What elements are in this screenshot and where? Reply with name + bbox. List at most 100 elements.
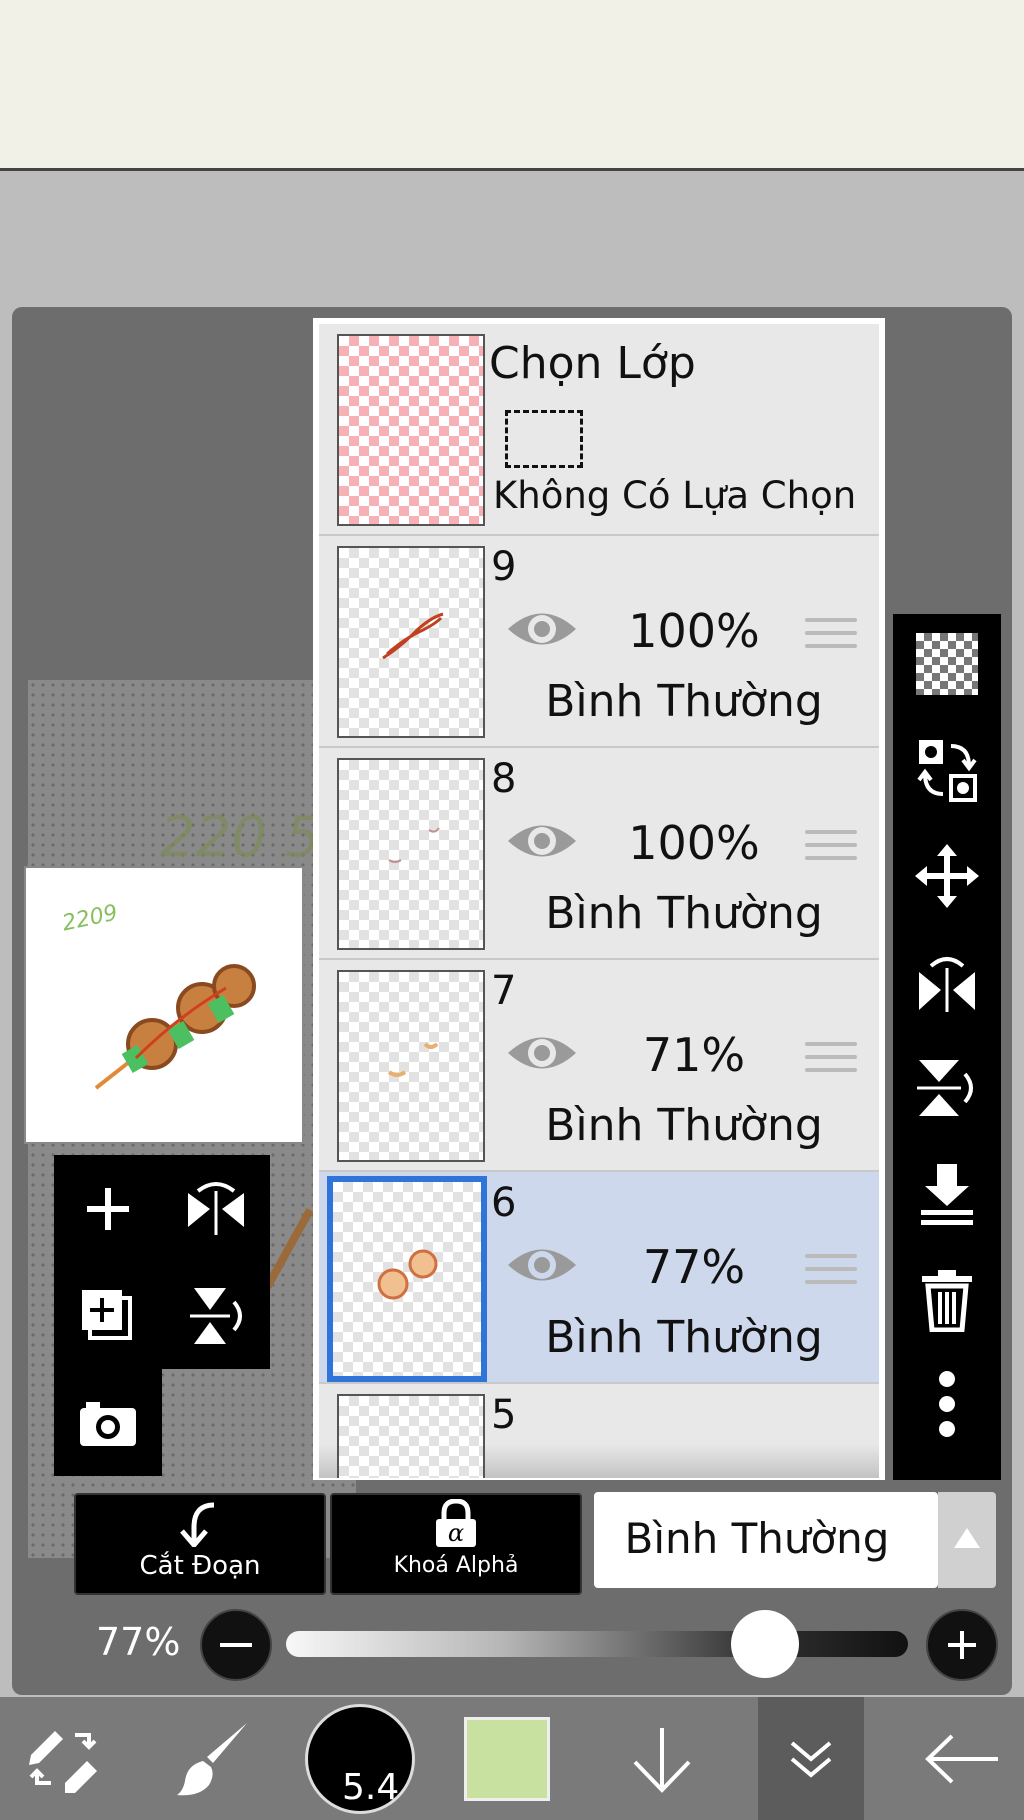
lock-icon: α bbox=[436, 1499, 476, 1547]
layer-thumbnail bbox=[337, 546, 485, 738]
toolbar-area bbox=[0, 171, 1024, 306]
flip-vertical-button[interactable] bbox=[162, 1262, 270, 1369]
layer-blend-mode[interactable]: Bình Thường bbox=[489, 1312, 879, 1363]
layer-blend-mode[interactable]: Bình Thường bbox=[489, 676, 879, 727]
layer-opacity[interactable]: 77% bbox=[619, 1240, 769, 1294]
layers-panel-button[interactable] bbox=[758, 1697, 864, 1820]
navigator-preview[interactable]: 2209 bbox=[24, 866, 304, 1144]
clipping-label: Cắt Đoạn bbox=[139, 1551, 261, 1581]
arrow-down-button[interactable] bbox=[612, 1697, 712, 1820]
layer-thumbnail bbox=[327, 1176, 487, 1382]
flip-vertical-layer-button[interactable] bbox=[893, 1038, 1001, 1138]
double-chevron-down-icon bbox=[790, 1740, 832, 1778]
svg-text:α: α bbox=[448, 1519, 464, 1547]
plus-icon bbox=[87, 1187, 129, 1230]
alpha-lock-button[interactable]: α Khoá Alphả bbox=[330, 1493, 582, 1595]
right-toolbar bbox=[893, 614, 1001, 1480]
layer-row[interactable]: 9 100% Bình Thường bbox=[319, 536, 879, 748]
flip-horizontal-button[interactable] bbox=[162, 1155, 270, 1262]
merge-down-button[interactable] bbox=[893, 1144, 1001, 1244]
blend-mode-select[interactable]: Bình Thường bbox=[594, 1492, 938, 1588]
flip-horizontal-layer-button[interactable] bbox=[893, 932, 1001, 1032]
selection-marquee-icon bbox=[505, 410, 583, 468]
move-button[interactable] bbox=[893, 826, 1001, 926]
layer-row[interactable]: 8 100% Bình Thường bbox=[319, 748, 879, 960]
layer-opacity[interactable]: 100% bbox=[619, 816, 769, 870]
drag-handle-icon[interactable] bbox=[805, 830, 857, 869]
layer-blend-mode[interactable]: Bình Thường bbox=[489, 888, 879, 939]
camera-button[interactable] bbox=[54, 1369, 162, 1476]
selection-layer-thumbnail bbox=[337, 334, 485, 526]
layer-blend-mode[interactable]: Bình Thường bbox=[489, 1100, 879, 1151]
minus-icon bbox=[220, 1643, 252, 1647]
current-color-swatch bbox=[464, 1716, 550, 1801]
brush-icon bbox=[177, 1722, 247, 1795]
merge-down-icon bbox=[921, 1164, 973, 1225]
layer-thumbnail-art bbox=[382, 612, 444, 660]
bottom-toolbar: 5.4 bbox=[0, 1697, 1024, 1820]
layer-thumbnail-art bbox=[387, 1042, 439, 1077]
eye-icon[interactable] bbox=[504, 1240, 580, 1290]
layer-tools bbox=[54, 1155, 270, 1476]
checkerboard-icon bbox=[916, 633, 978, 695]
blend-mode-value: Bình Thường bbox=[624, 1514, 890, 1563]
color-button[interactable] bbox=[460, 1697, 554, 1820]
opacity-value: 77% bbox=[96, 1620, 181, 1664]
layer-number: 6 bbox=[491, 1180, 517, 1226]
layer-opacity[interactable]: 100% bbox=[619, 604, 769, 658]
layer-number: 5 bbox=[491, 1392, 517, 1438]
trash-icon bbox=[922, 1270, 972, 1332]
flip-horizontal-icon bbox=[919, 957, 975, 1012]
layer-row-selected[interactable]: 6 77% Bình Thường bbox=[319, 1172, 879, 1384]
layer-opacity[interactable]: 71% bbox=[619, 1028, 769, 1082]
opacity-increase-button[interactable] bbox=[926, 1609, 998, 1681]
layer-number: 9 bbox=[491, 544, 517, 590]
selection-layer-row[interactable]: Chọn Lớp Không Có Lựa Chọn bbox=[319, 324, 879, 536]
brush-size-button[interactable]: 5.4 bbox=[300, 1697, 420, 1820]
brush-size-indicator: 5.4 bbox=[305, 1703, 415, 1814]
layer-number: 8 bbox=[491, 756, 517, 802]
opacity-decrease-button[interactable] bbox=[200, 1609, 272, 1681]
blend-mode-dropdown-button[interactable] bbox=[938, 1492, 996, 1588]
layer-row[interactable]: 7 71% Bình Thường bbox=[319, 960, 879, 1172]
transparent-fill-button[interactable] bbox=[893, 614, 1001, 714]
drag-handle-icon[interactable] bbox=[805, 1254, 857, 1293]
brush-button[interactable] bbox=[150, 1697, 276, 1820]
swap-layers-button[interactable] bbox=[893, 720, 1001, 820]
opacity-slider[interactable] bbox=[286, 1631, 908, 1657]
pen-eraser-swap-icon bbox=[29, 1730, 97, 1793]
clipping-arrow-icon bbox=[180, 1502, 215, 1547]
add-layer-button[interactable] bbox=[54, 1155, 162, 1262]
brush-size-value: 5.4 bbox=[342, 1766, 400, 1808]
alpha-lock-label: Khoá Alphả bbox=[393, 1553, 519, 1578]
clipping-button[interactable]: Cắt Đoạn bbox=[74, 1493, 326, 1595]
layer-row[interactable]: 5 bbox=[319, 1384, 879, 1478]
plus-icon bbox=[948, 1631, 976, 1659]
tool-swap-button[interactable] bbox=[0, 1697, 126, 1820]
arrow-down-icon bbox=[633, 1727, 691, 1793]
swap-icon bbox=[917, 740, 977, 802]
opacity-slider-thumb[interactable] bbox=[731, 1610, 799, 1678]
canvas-sketch-text: 220 5 bbox=[160, 805, 321, 870]
navigator-sketch-text: 2209 bbox=[60, 900, 120, 937]
duplicate-layer-button[interactable] bbox=[54, 1262, 162, 1369]
eye-icon[interactable] bbox=[504, 604, 580, 654]
back-button[interactable] bbox=[900, 1697, 1024, 1820]
navigator-artwork bbox=[94, 964, 256, 1090]
arrow-left-icon bbox=[925, 1734, 998, 1783]
layer-thumbnail-art bbox=[377, 1249, 438, 1300]
duplicate-icon bbox=[82, 1289, 132, 1340]
layer-thumbnail bbox=[337, 970, 485, 1162]
layer-panel: Chọn Lớp Không Có Lựa Chọn 9 100% Bình T… bbox=[313, 318, 885, 1480]
camera-icon bbox=[80, 1401, 136, 1446]
eye-icon[interactable] bbox=[504, 1028, 580, 1078]
layer-thumbnail-art bbox=[388, 827, 440, 863]
eye-icon[interactable] bbox=[504, 816, 580, 866]
more-options-button[interactable] bbox=[893, 1354, 1001, 1454]
top-bar bbox=[0, 0, 1024, 171]
delete-layer-button[interactable] bbox=[893, 1250, 1001, 1350]
flip-vertical-icon bbox=[917, 1060, 973, 1116]
drag-handle-icon[interactable] bbox=[805, 1042, 857, 1081]
drag-handle-icon[interactable] bbox=[805, 618, 857, 657]
selection-layer-title: Chọn Lớp bbox=[489, 338, 696, 389]
